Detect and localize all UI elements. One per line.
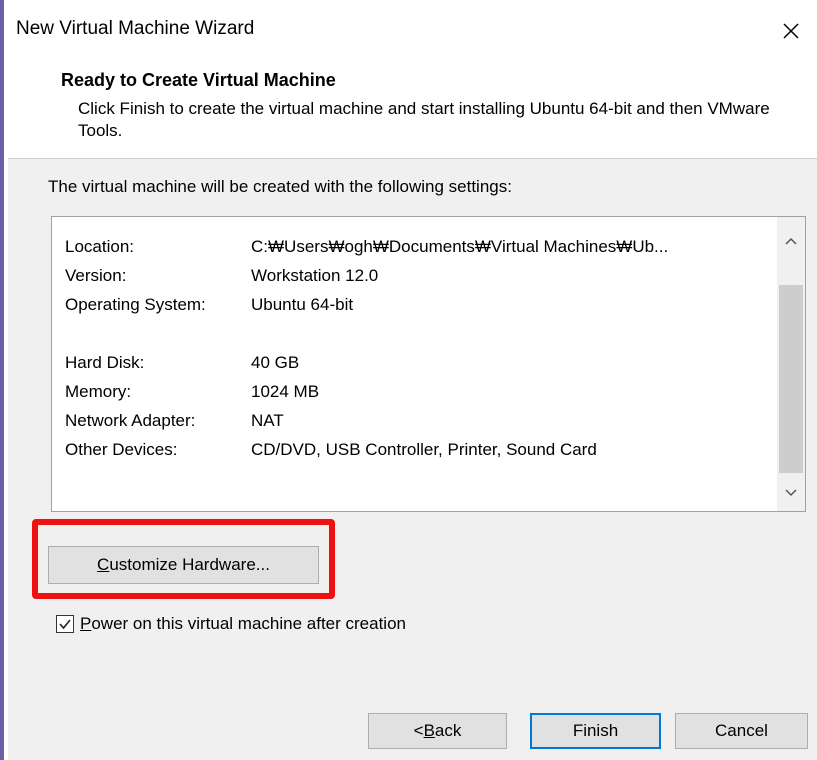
window-title: New Virtual Machine Wizard bbox=[16, 18, 255, 39]
cancel-button[interactable]: Cancel bbox=[675, 713, 808, 749]
setting-row-hard-disk: Hard Disk: 40 GB bbox=[65, 348, 770, 377]
page-title: Ready to Create Virtual Machine bbox=[61, 70, 336, 90]
power-on-label: ower on this virtual machine after creat… bbox=[91, 614, 406, 633]
close-icon bbox=[783, 23, 799, 39]
setting-row-other-devices: Other Devices: CD/DVD, USB Controller, P… bbox=[65, 435, 770, 464]
wizard-body: The virtual machine will be created with… bbox=[8, 159, 817, 760]
settings-list: Location: C:₩Users₩ogh₩Documents₩Virtual… bbox=[65, 232, 770, 464]
setting-key: Operating System: bbox=[65, 294, 206, 314]
close-button[interactable] bbox=[761, 0, 817, 62]
vertical-scrollbar[interactable] bbox=[777, 217, 805, 511]
scroll-thumb[interactable] bbox=[779, 285, 803, 473]
back-prefix: < bbox=[413, 721, 424, 740]
setting-key: Version: bbox=[65, 265, 127, 285]
setting-row-location: Location: C:₩Users₩ogh₩Documents₩Virtual… bbox=[65, 232, 770, 261]
setting-value: Ubuntu 64-bit bbox=[251, 294, 354, 314]
chevron-up-icon bbox=[785, 237, 797, 245]
setting-value: NAT bbox=[251, 410, 284, 430]
wizard-header: Ready to Create Virtual Machine Click Fi… bbox=[8, 62, 817, 158]
finish-button[interactable]: Finish bbox=[530, 713, 661, 749]
setting-key: Other Devices: bbox=[65, 439, 178, 459]
setting-key: Memory: bbox=[65, 381, 132, 401]
setting-value: Workstation 12.0 bbox=[251, 265, 379, 285]
customize-hardware-mnemonic: C bbox=[97, 555, 110, 574]
setting-value: 40 GB bbox=[251, 352, 300, 372]
settings-intro: The virtual machine will be created with… bbox=[48, 177, 512, 196]
page-description: Click Finish to create the virtual machi… bbox=[78, 99, 770, 140]
setting-row-network: Network Adapter: NAT bbox=[65, 406, 770, 435]
setting-value: CD/DVD, USB Controller, Printer, Sound C… bbox=[251, 439, 597, 459]
setting-row-memory: Memory: 1024 MB bbox=[65, 377, 770, 406]
back-label: ack bbox=[434, 721, 462, 740]
scroll-up-button[interactable] bbox=[777, 227, 805, 255]
customize-hardware-label: ustomize Hardware... bbox=[109, 555, 270, 574]
setting-key: Location: bbox=[65, 236, 134, 256]
scroll-down-button[interactable] bbox=[777, 479, 805, 507]
setting-value: C:₩Users₩ogh₩Documents₩Virtual Machines₩… bbox=[251, 236, 669, 256]
power-on-mnemonic: P bbox=[80, 614, 92, 633]
setting-row-os: Operating System: Ubuntu 64-bit bbox=[65, 290, 770, 319]
wizard-window: New Virtual Machine Wizard Ready to Crea… bbox=[0, 0, 817, 760]
setting-value: 1024 MB bbox=[251, 381, 320, 401]
setting-row-version: Version: Workstation 12.0 bbox=[65, 261, 770, 290]
back-mnemonic: B bbox=[423, 721, 435, 740]
setting-key: Network Adapter: bbox=[65, 410, 196, 430]
customize-hardware-button[interactable]: Customize Hardware... bbox=[48, 546, 319, 584]
title-bar: New Virtual Machine Wizard bbox=[8, 0, 817, 62]
power-on-option[interactable]: Power on this virtual machine after crea… bbox=[56, 614, 406, 634]
power-on-checkbox[interactable] bbox=[56, 615, 74, 633]
chevron-down-icon bbox=[785, 489, 797, 497]
settings-listbox[interactable]: Location: C:₩Users₩ogh₩Documents₩Virtual… bbox=[51, 216, 806, 512]
setting-spacer bbox=[65, 319, 770, 348]
setting-key: Hard Disk: bbox=[65, 352, 145, 372]
back-button[interactable]: < Back bbox=[368, 713, 507, 749]
checkmark-icon bbox=[59, 619, 71, 630]
